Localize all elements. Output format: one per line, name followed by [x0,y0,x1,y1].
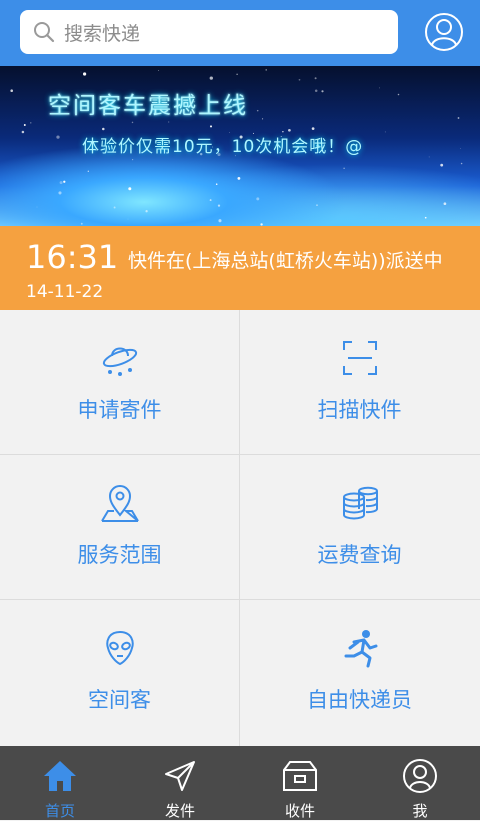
runner-icon [344,630,377,668]
tab-label: 发件 [164,802,195,820]
search-icon [34,22,55,43]
top-bar: 搜索快递 [0,0,480,66]
grid-divider [0,454,480,455]
alien-icon [105,630,134,666]
banner-headline: 空间客车震撼上线 [48,93,248,119]
grid-item-label: 申请寄件 [77,398,162,422]
status-message: 快件在(上海总站(虹桥火车站))派送中 [128,250,443,272]
grid-item-freight-query[interactable]: 运费查询 [240,455,479,599]
banner-subline: 体验价仅需10元，10次机会哦！@ [82,137,364,157]
tab-send[interactable]: 发件 [120,746,240,820]
home-icon [44,761,76,791]
search-placeholder: 搜索快递 [64,22,141,45]
tab-label: 我 [412,802,428,820]
status-time: 16:31 [26,238,119,276]
tab-receive[interactable]: 收件 [240,746,360,820]
tab-home[interactable]: 首页 [0,746,120,820]
search-input[interactable]: 搜索快递 [20,10,398,54]
inbox-icon [283,761,317,791]
tracking-status-bar[interactable]: 16:31 14-11-22 快件在(上海总站(虹桥火车站))派送中 [0,226,480,310]
grid-item-free-courier[interactable]: 自由快递员 [240,600,479,744]
scan-icon [342,341,377,375]
grid-item-label: 自由快递员 [307,688,412,712]
grid-item-label: 运费查询 [317,543,402,567]
user-icon [403,759,437,793]
send-icon [165,761,195,791]
bottom-tab-bar: 首页 发件 收件 我 [0,746,480,820]
status-date: 14-11-22 [26,282,104,302]
grid-item-label: 扫描快件 [317,398,402,422]
coins-icon [342,486,378,520]
grid-item-scan[interactable]: 扫描快件 [240,310,479,454]
map-pin-icon [100,485,139,522]
grid-item-label: 空间客 [88,688,151,712]
grid-item-space-guest[interactable]: 空间客 [0,600,239,744]
tab-label: 收件 [284,802,315,820]
promo-banner[interactable]: 空间客车震撼上线 体验价仅需10元，10次机会哦！@ [0,66,480,226]
tab-label: 首页 [44,802,75,820]
grid-item-label: 服务范围 [77,543,162,567]
grid-item-service-area[interactable]: 服务范围 [0,455,239,599]
grid-divider [239,310,240,746]
grid-divider [0,599,480,600]
grid-item-apply-send[interactable]: 申请寄件 [0,310,239,454]
profile-icon[interactable] [424,12,464,52]
feature-grid: 申请寄件 扫描快件 服务范围 运费查询 空间客 自由快递员 [0,310,480,746]
ufo-icon [102,347,137,376]
tab-me[interactable]: 我 [360,746,480,820]
